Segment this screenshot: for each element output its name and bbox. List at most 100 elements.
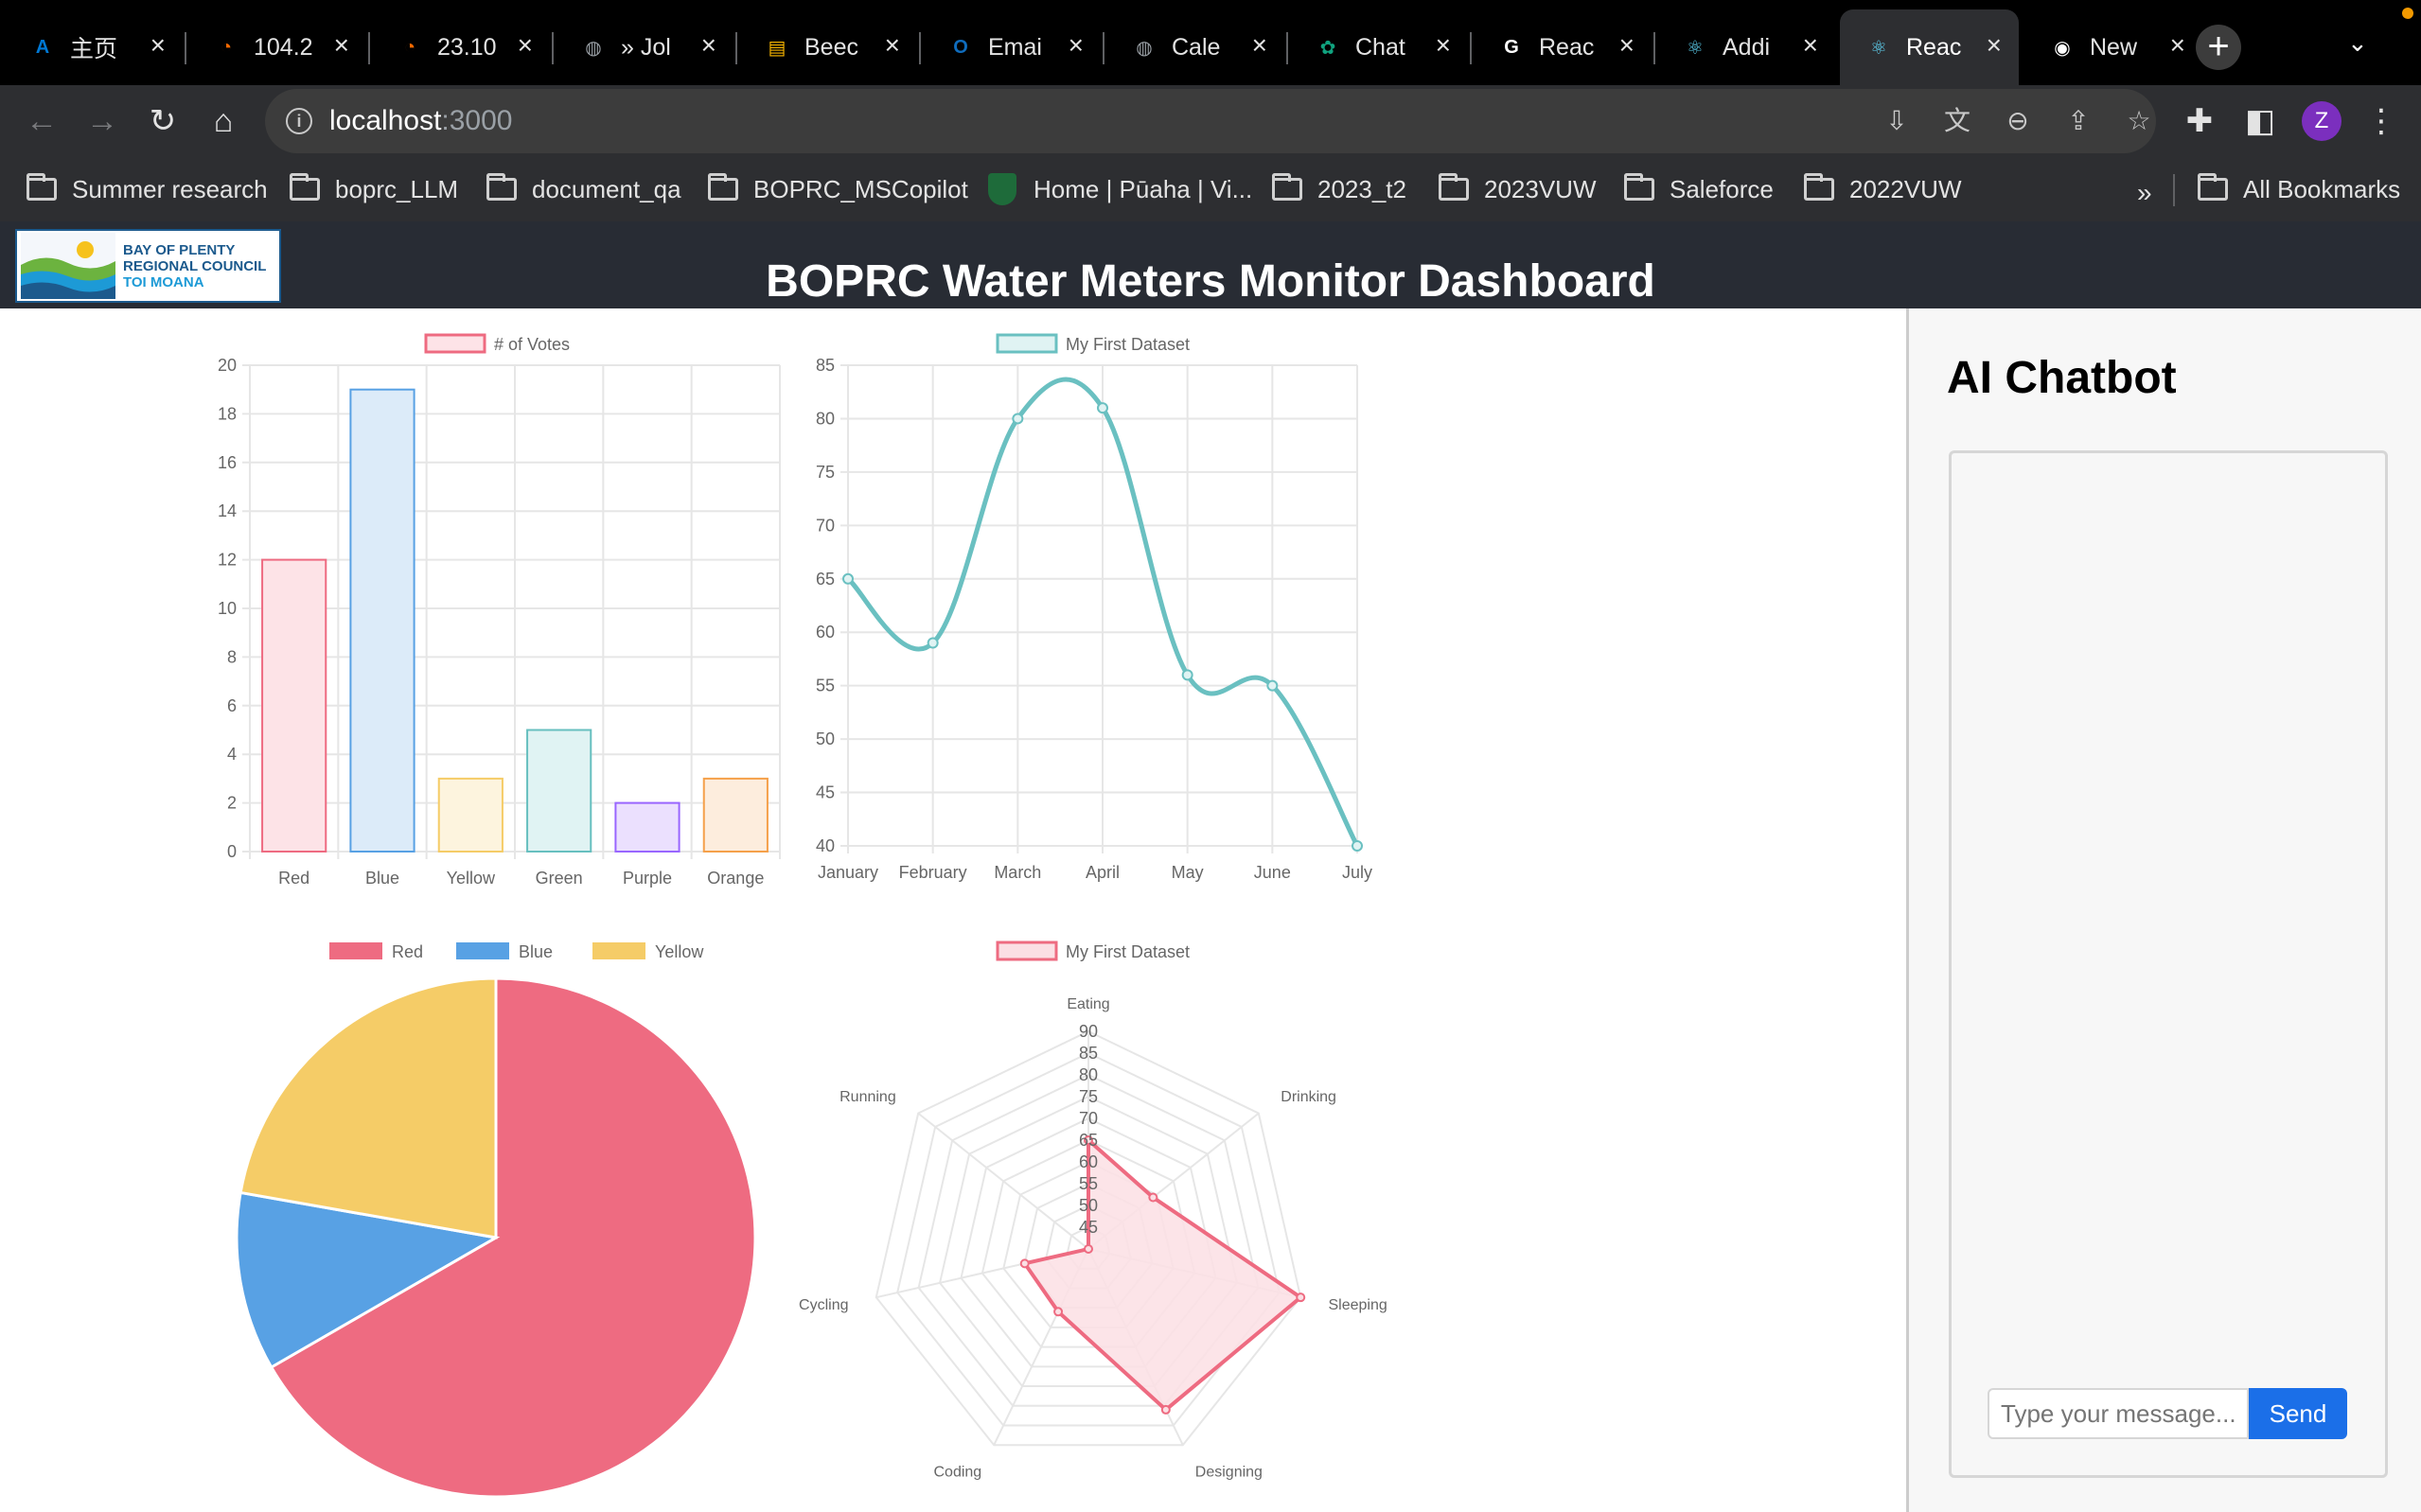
folder-icon: [1804, 173, 1834, 201]
axis-label: Sleeping: [1328, 1297, 1387, 1313]
tab-search-chevron-icon[interactable]: ⌄: [2347, 28, 2368, 58]
tab-close-icon[interactable]: ×: [701, 32, 716, 59]
x-tick-label: Yellow: [447, 869, 496, 888]
address-bar[interactable]: i localhost:3000 ⇩ 文 ⊖ ⇪ ☆: [265, 89, 2156, 153]
bookmarks-overflow-icon[interactable]: »: [2137, 178, 2152, 208]
y-tick-label: 18: [218, 404, 237, 423]
home-icon[interactable]: ⌂: [201, 98, 246, 144]
bookmark-label: Summer research: [72, 174, 268, 203]
tab-close-icon[interactable]: ×: [1436, 32, 1451, 59]
bar: [261, 558, 327, 853]
tab-close-icon[interactable]: ×: [1252, 32, 1267, 59]
zoom-out-icon[interactable]: ⊖: [2001, 104, 2035, 138]
all-bookmarks-button[interactable]: All Bookmarks: [2198, 172, 2400, 206]
chat-window[interactable]: Send: [1949, 450, 2388, 1478]
legend-swatch: [996, 941, 1058, 961]
bookmark-star-icon[interactable]: ☆: [2122, 104, 2156, 138]
r-tick-label: 50: [1079, 1196, 1098, 1215]
tab-close-icon[interactable]: ×: [1987, 32, 2002, 59]
bookmark-item[interactable]: 2022VUW: [1804, 172, 1962, 206]
x-tick-label: April: [1086, 863, 1120, 882]
translate-icon[interactable]: 文: [1940, 104, 1974, 138]
browser-tab[interactable]: ▤ Beec ×: [738, 9, 917, 85]
bookmark-item[interactable]: document_qa: [486, 172, 681, 206]
data-point: [1160, 1404, 1171, 1415]
tab-close-icon[interactable]: ×: [334, 32, 349, 59]
bookmark-label: document_qa: [532, 174, 681, 203]
y-tick-label: 12: [218, 551, 237, 570]
app-header: BAY OF PLENTY REGIONAL COUNCIL TOI MOANA…: [0, 221, 2421, 308]
grafana-icon: ◔: [220, 36, 233, 58]
bookmark-item[interactable]: 2023_t2: [1272, 172, 1406, 206]
tab-separator: [919, 32, 921, 64]
google-icon: G: [1504, 36, 1519, 58]
browser-tab[interactable]: O Emai ×: [922, 9, 1101, 85]
tab-separator: [368, 32, 370, 64]
new-tab-button[interactable]: +: [2196, 25, 2241, 70]
grafana-icon: ◔: [403, 36, 416, 58]
browser-tab[interactable]: ◍» Jol ×: [555, 9, 733, 85]
axis-label: Cycling: [799, 1297, 848, 1313]
chat-message-input[interactable]: [1988, 1388, 2249, 1439]
forward-arrow-icon[interactable]: →: [80, 98, 125, 144]
site-info-icon[interactable]: i: [286, 108, 312, 134]
pie-chart: Red Blue Yellow: [235, 942, 757, 1499]
line-chart: My First Dataset 40 45 50 55 60 65 70 75 80 85 Janu…: [816, 333, 1372, 882]
install-app-icon[interactable]: ⇩: [1880, 104, 1914, 138]
browser-tab[interactable]: ⚛ Reac ×: [1840, 9, 2019, 85]
tab-close-icon[interactable]: ×: [1803, 32, 1818, 59]
browser-tab[interactable]: ◉ New ×: [2023, 9, 2202, 85]
bookmark-item[interactable]: Saleforce: [1624, 172, 1774, 206]
bookmark-item[interactable]: BOPRC_MSCopilot: [708, 172, 968, 206]
browser-tab[interactable]: G Reac ×: [1473, 9, 1652, 85]
x-tick-label: Green: [536, 869, 583, 888]
y-tick-label: 10: [218, 599, 237, 618]
bookmark-item[interactable]: Home | Pūaha | Vi...: [988, 172, 1252, 206]
bookmark-label: 2023VUW: [1484, 174, 1597, 203]
tab-separator: [735, 32, 737, 64]
bookmark-item[interactable]: 2023VUW: [1439, 172, 1597, 206]
tab-close-icon[interactable]: ×: [1619, 32, 1635, 59]
send-button[interactable]: Send: [2249, 1388, 2347, 1439]
data-point: [1097, 402, 1108, 414]
y-tick-label: 4: [227, 745, 237, 764]
extensions-puzzle-icon[interactable]: ✚: [2177, 98, 2222, 144]
bar: [614, 801, 680, 853]
data-point: [1266, 679, 1279, 692]
tab-close-icon[interactable]: ×: [2170, 32, 2185, 59]
tab-close-icon[interactable]: ×: [150, 32, 166, 59]
browser-tab[interactable]: ◔ 104.2 ×: [187, 9, 366, 85]
tab-close-icon[interactable]: ×: [1069, 32, 1084, 59]
axis-label: Designing: [1195, 1464, 1263, 1480]
x-tick-label: Purple: [623, 869, 672, 888]
folder-icon: [1272, 173, 1302, 201]
r-tick-label: 65: [1079, 1131, 1098, 1150]
side-panel-icon[interactable]: ◧: [2237, 98, 2283, 144]
back-arrow-icon[interactable]: ←: [19, 98, 64, 144]
browser-tab[interactable]: ◍ Cale ×: [1105, 9, 1284, 85]
reload-icon[interactable]: ↻: [140, 98, 186, 144]
data-point: [842, 572, 854, 585]
data-point: [927, 637, 939, 649]
tab-close-icon[interactable]: ×: [518, 32, 533, 59]
bar: [702, 777, 769, 853]
browser-tab[interactable]: A 主页 ×: [4, 9, 183, 85]
bookmark-item[interactable]: boprc_LLM: [290, 172, 458, 206]
bookmark-item[interactable]: Summer research: [27, 172, 268, 206]
beeceptor-icon: ▤: [768, 37, 786, 59]
r-tick-label: 90: [1079, 1022, 1098, 1041]
y-tick-label: 0: [227, 842, 237, 861]
share-icon[interactable]: ⇪: [2061, 104, 2095, 138]
browser-tab[interactable]: ◔ 23.10 ×: [371, 9, 550, 85]
x-tick-label: Red: [278, 869, 309, 888]
browser-tab[interactable]: ⚛ Addi ×: [1656, 9, 1835, 85]
page-title: BOPRC Water Meters Monitor Dashboard: [766, 256, 1655, 307]
folder-icon: [290, 173, 320, 201]
url-text[interactable]: localhost:3000: [329, 105, 512, 137]
y-tick-label: 2: [227, 794, 237, 813]
profile-avatar[interactable]: Z: [2302, 101, 2341, 141]
pie-slice: [239, 976, 498, 1239]
browser-menu-icon[interactable]: ⋮: [2359, 98, 2404, 144]
browser-tab[interactable]: ✿ Chat ×: [1289, 9, 1468, 85]
tab-close-icon[interactable]: ×: [885, 32, 900, 59]
